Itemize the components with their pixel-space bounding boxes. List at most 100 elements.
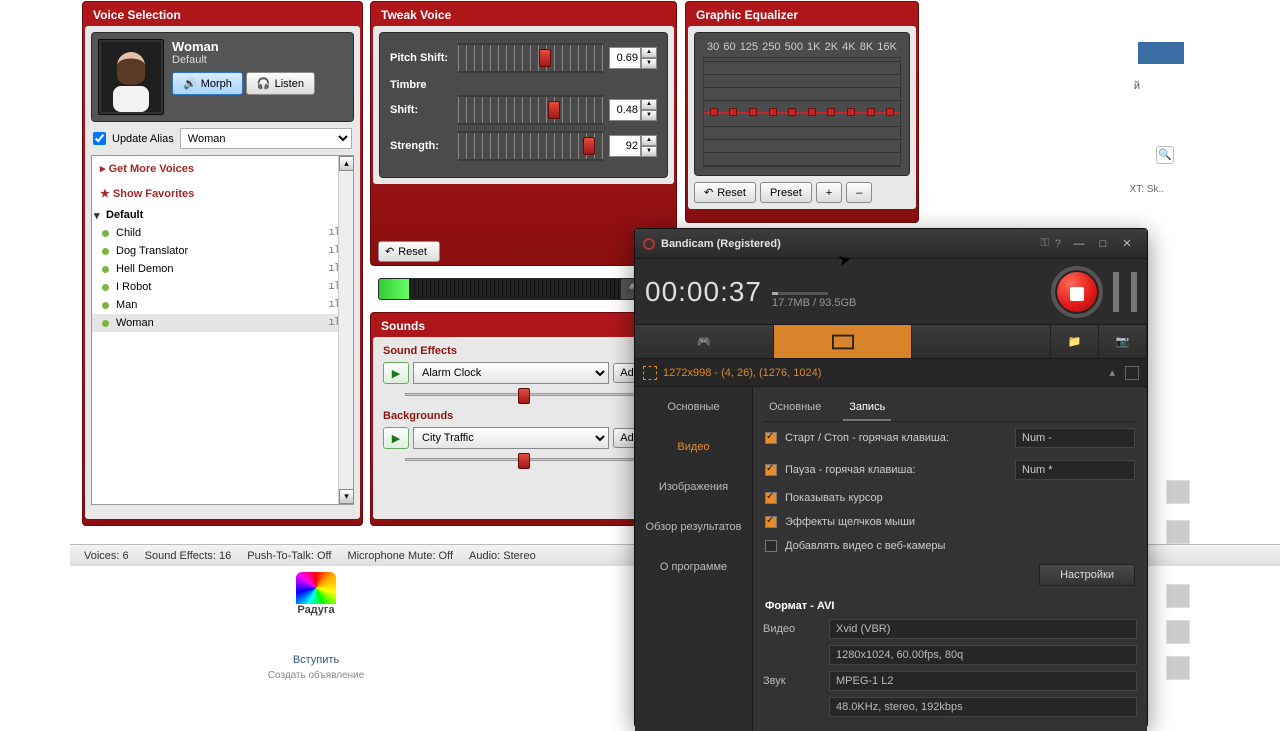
video-params[interactable]: 1280x1024, 60.00fps, 80q bbox=[829, 645, 1137, 665]
effects-play-button[interactable]: ▶ bbox=[383, 362, 409, 384]
sound-params[interactable]: 48.0KHz, stereo, 192kbps bbox=[829, 697, 1137, 717]
listen-button[interactable]: 🎧Listen bbox=[246, 72, 315, 95]
voice-item-dog[interactable]: Dog Translatorıll bbox=[92, 242, 353, 260]
mode-game[interactable]: 🎮 bbox=[635, 325, 774, 358]
help-icon[interactable]: ? bbox=[1055, 238, 1061, 250]
effects-volume-slider[interactable] bbox=[405, 388, 642, 400]
voice-subtitle: Default bbox=[172, 54, 347, 66]
morph-button[interactable]: 🔊Morph bbox=[172, 72, 243, 95]
bg-thumb-5[interactable] bbox=[1166, 656, 1190, 680]
gamepad-icon: 🎮 bbox=[697, 335, 711, 348]
morph-icon: 🔊 bbox=[183, 77, 197, 90]
bg-thumb-2[interactable] bbox=[1166, 520, 1190, 544]
reset-tweak-button[interactable]: ↶Reset bbox=[378, 241, 440, 262]
open-folder-button[interactable]: 📁 bbox=[1051, 325, 1099, 358]
chk-cursor[interactable] bbox=[765, 492, 777, 504]
video-label: Видео bbox=[763, 623, 819, 635]
tab-main[interactable]: Основные bbox=[763, 395, 827, 421]
minimize-button[interactable]: — bbox=[1067, 234, 1091, 254]
folder-icon: 📁 bbox=[1068, 335, 1082, 348]
voice-list[interactable]: ▸ Get More Voices ★ Show Favorites Defau… bbox=[91, 155, 354, 505]
status-audio: Audio: Stereo bbox=[469, 550, 536, 562]
rainbow-logo[interactable] bbox=[296, 572, 336, 604]
chevron-up-icon[interactable]: ▴ bbox=[1109, 366, 1115, 379]
bg-play-button[interactable]: ▶ bbox=[383, 427, 409, 449]
chk-clicks[interactable] bbox=[765, 516, 777, 528]
chk-pause[interactable] bbox=[765, 464, 777, 476]
elapsed-time: 00:00:37 bbox=[645, 276, 762, 308]
eq-inc-button[interactable]: + bbox=[816, 182, 842, 203]
search-icon[interactable]: 🔍 bbox=[1156, 146, 1174, 164]
tab-recording[interactable]: Запись bbox=[843, 395, 891, 421]
chk-start[interactable] bbox=[765, 432, 777, 444]
bg-thumb-3[interactable] bbox=[1166, 584, 1190, 608]
sound-codec[interactable]: MPEG-1 L2 bbox=[829, 671, 1137, 691]
mode-screen[interactable] bbox=[774, 325, 913, 358]
mode-blank[interactable] bbox=[912, 325, 1051, 358]
side-video[interactable]: Видео bbox=[635, 427, 752, 467]
bg-filename: XT: Sk.. bbox=[1130, 184, 1164, 195]
spin-down-icon[interactable]: ▼ bbox=[641, 58, 657, 69]
bg-thumb-4[interactable] bbox=[1166, 620, 1190, 644]
voice-item-hell[interactable]: Hell Demonıll bbox=[92, 260, 353, 278]
settings-button[interactable]: Настройки bbox=[1039, 564, 1135, 586]
voice-selection-title: Voice Selection bbox=[85, 4, 360, 26]
eq-reset-button[interactable]: ↶ Reset bbox=[694, 182, 756, 203]
bg-thumb-1[interactable] bbox=[1166, 480, 1190, 504]
side-results[interactable]: Обзор результатов bbox=[635, 507, 752, 547]
crop-icon bbox=[643, 366, 657, 380]
side-about[interactable]: О программе bbox=[635, 547, 752, 587]
side-general[interactable]: Основные bbox=[635, 387, 752, 427]
bandicam-window: Bandicam (Registered) ⚿ ? — □ ✕ 00:00:37… bbox=[634, 228, 1148, 728]
region-text: 1272x998 - (4, 26), (1276, 1024) bbox=[663, 367, 821, 379]
screenshot-button[interactable]: 📷 bbox=[1099, 325, 1147, 358]
pause-button[interactable] bbox=[1113, 272, 1137, 312]
strength-spinner[interactable]: ▲▼ bbox=[609, 135, 657, 157]
show-favorites[interactable]: ★ Show Favorites bbox=[92, 181, 353, 206]
record-button[interactable] bbox=[1051, 266, 1103, 318]
side-image[interactable]: Изображения bbox=[635, 467, 752, 507]
pitch-spinner[interactable]: ▲▼ bbox=[609, 47, 657, 69]
update-alias-checkbox[interactable] bbox=[93, 132, 106, 145]
screen-icon bbox=[832, 334, 854, 350]
community-name[interactable]: Радуга bbox=[276, 604, 356, 616]
pitch-slider[interactable] bbox=[458, 43, 603, 73]
voice-item-man[interactable]: Manıll bbox=[92, 296, 353, 314]
eq-preset-button[interactable]: Preset bbox=[760, 182, 812, 203]
close-button[interactable]: ✕ bbox=[1115, 234, 1139, 254]
format-label: Формат - AVI bbox=[763, 592, 1137, 616]
shift-slider[interactable] bbox=[458, 95, 603, 125]
voice-list-scrollbar[interactable]: ▴ ▾ bbox=[338, 156, 353, 504]
create-ad-link[interactable]: Создать объявление bbox=[256, 670, 376, 681]
bg-volume-slider[interactable] bbox=[405, 453, 642, 465]
region-bar[interactable]: 1272x998 - (4, 26), (1276, 1024) ▴ bbox=[635, 359, 1147, 387]
maximize-button[interactable]: □ bbox=[1091, 234, 1115, 254]
shift-spinner[interactable]: ▲▼ bbox=[609, 99, 657, 121]
bandicam-titlebar[interactable]: Bandicam (Registered) ⚿ ? — □ ✕ bbox=[635, 229, 1147, 259]
scroll-down-button[interactable]: ▾ bbox=[339, 489, 354, 504]
alias-select[interactable]: Woman bbox=[180, 128, 352, 149]
tweak-title: Tweak Voice bbox=[373, 4, 674, 26]
voice-item-woman[interactable]: Womanıll bbox=[92, 314, 353, 332]
voice-item-child[interactable]: Childıll bbox=[92, 224, 353, 242]
effects-select[interactable]: Alarm Clock bbox=[413, 362, 609, 384]
voice-group-default[interactable]: Default bbox=[92, 206, 353, 224]
video-codec[interactable]: Xvid (VBR) bbox=[829, 619, 1137, 639]
spin-up-icon[interactable]: ▲ bbox=[641, 47, 657, 58]
bg-select[interactable]: City Traffic bbox=[413, 427, 609, 449]
chk-webcam[interactable] bbox=[765, 540, 777, 552]
hotkey-pause-field[interactable] bbox=[1015, 460, 1135, 480]
shift-label: Shift: bbox=[390, 104, 452, 116]
eq-grid[interactable] bbox=[703, 57, 901, 167]
strength-slider[interactable] bbox=[458, 131, 603, 161]
scroll-up-button[interactable]: ▴ bbox=[339, 156, 354, 171]
equalizer-panel: Graphic Equalizer 30601252505001K2K4K8K1… bbox=[685, 1, 919, 223]
fullscreen-icon[interactable] bbox=[1125, 366, 1139, 380]
hotkey-start-field[interactable] bbox=[1015, 428, 1135, 448]
voice-item-robot[interactable]: I Robotıll bbox=[92, 278, 353, 296]
eq-dec-button[interactable]: – bbox=[846, 182, 872, 203]
key-icon[interactable]: ⚿ bbox=[1041, 237, 1049, 250]
get-more-voices[interactable]: ▸ Get More Voices bbox=[92, 156, 353, 181]
bandicam-title: Bandicam (Registered) bbox=[661, 238, 1041, 250]
join-link[interactable]: Вступить bbox=[256, 654, 376, 666]
